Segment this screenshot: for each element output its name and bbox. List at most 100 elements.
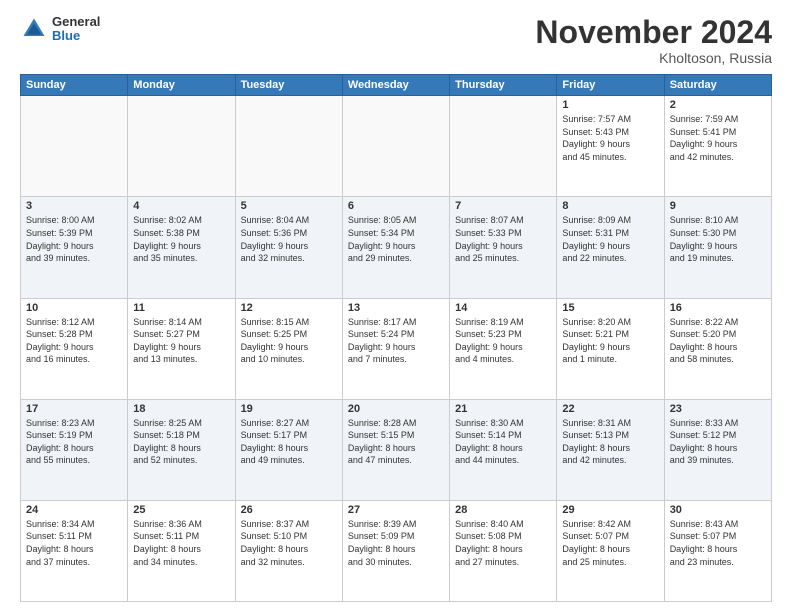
- day-info: Sunrise: 8:30 AM Sunset: 5:14 PM Dayligh…: [455, 417, 551, 467]
- table-cell: 28 Sunrise: 8:40 AM Sunset: 5:08 PM Dayli…: [450, 500, 557, 601]
- table-cell: 18 Sunrise: 8:25 AM Sunset: 5:18 PM Dayli…: [128, 399, 235, 500]
- header-thursday: Thursday: [450, 75, 557, 96]
- day-info: Sunrise: 8:31 AM Sunset: 5:13 PM Dayligh…: [562, 417, 658, 467]
- day-info: Sunrise: 8:33 AM Sunset: 5:12 PM Dayligh…: [670, 417, 766, 467]
- day-number: 7: [455, 200, 551, 212]
- day-number: 18: [133, 403, 229, 415]
- table-cell: [450, 96, 557, 197]
- table-cell: 17 Sunrise: 8:23 AM Sunset: 5:19 PM Dayli…: [21, 399, 128, 500]
- logo-blue: Blue: [52, 29, 100, 43]
- day-number: 15: [562, 302, 658, 314]
- day-number: 2: [670, 99, 766, 111]
- day-number: 25: [133, 504, 229, 516]
- day-info: Sunrise: 8:39 AM Sunset: 5:09 PM Dayligh…: [348, 518, 444, 568]
- table-cell: 10Sunrise: 8:12 AM Sunset: 5:28 PM Dayli…: [21, 298, 128, 399]
- table-cell: 7 Sunrise: 8:07 AM Sunset: 5:33 PM Daylig…: [450, 197, 557, 298]
- logo: General Blue: [20, 15, 100, 44]
- day-number: 17: [26, 403, 122, 415]
- day-info: Sunrise: 8:25 AM Sunset: 5:18 PM Dayligh…: [133, 417, 229, 467]
- table-cell: 22 Sunrise: 8:31 AM Sunset: 5:13 PM Dayli…: [557, 399, 664, 500]
- logo-text: General Blue: [52, 15, 100, 44]
- day-info: Sunrise: 8:42 AM Sunset: 5:07 PM Dayligh…: [562, 518, 658, 568]
- day-info: Sunrise: 8:10 AM Sunset: 5:30 PM Dayligh…: [670, 214, 766, 264]
- day-info: Sunrise: 8:43 AM Sunset: 5:07 PM Dayligh…: [670, 518, 766, 568]
- day-info: Sunrise: 8:15 AM Sunset: 5:25 PM Dayligh…: [241, 316, 337, 366]
- header-sunday: Sunday: [21, 75, 128, 96]
- day-info: Sunrise: 8:09 AM Sunset: 5:31 PM Dayligh…: [562, 214, 658, 264]
- day-info: Sunrise: 8:34 AM Sunset: 5:11 PM Dayligh…: [26, 518, 122, 568]
- table-cell: [342, 96, 449, 197]
- day-number: 12: [241, 302, 337, 314]
- day-info: Sunrise: 8:28 AM Sunset: 5:15 PM Dayligh…: [348, 417, 444, 467]
- day-number: 14: [455, 302, 551, 314]
- day-number: 6: [348, 200, 444, 212]
- day-info: Sunrise: 8:20 AM Sunset: 5:21 PM Dayligh…: [562, 316, 658, 366]
- table-cell: 25 Sunrise: 8:36 AM Sunset: 5:11 PM Dayli…: [128, 500, 235, 601]
- header-tuesday: Tuesday: [235, 75, 342, 96]
- table-cell: 24 Sunrise: 8:34 AM Sunset: 5:11 PM Dayli…: [21, 500, 128, 601]
- weekday-header-row: Sunday Monday Tuesday Wednesday Thursday…: [21, 75, 772, 96]
- day-info: Sunrise: 8:14 AM Sunset: 5:27 PM Dayligh…: [133, 316, 229, 366]
- page: General Blue November 2024 Kholtoson, Ru…: [0, 0, 792, 612]
- day-info: Sunrise: 8:04 AM Sunset: 5:36 PM Dayligh…: [241, 214, 337, 264]
- day-number: 24: [26, 504, 122, 516]
- table-cell: 29 Sunrise: 8:42 AM Sunset: 5:07 PM Dayli…: [557, 500, 664, 601]
- day-info: Sunrise: 8:02 AM Sunset: 5:38 PM Dayligh…: [133, 214, 229, 264]
- table-cell: 20Sunrise: 8:28 AM Sunset: 5:15 PM Dayli…: [342, 399, 449, 500]
- table-cell: 13Sunrise: 8:17 AM Sunset: 5:24 PM Dayli…: [342, 298, 449, 399]
- day-info: Sunrise: 8:40 AM Sunset: 5:08 PM Dayligh…: [455, 518, 551, 568]
- table-cell: 8 Sunrise: 8:09 AM Sunset: 5:31 PM Daylig…: [557, 197, 664, 298]
- day-number: 8: [562, 200, 658, 212]
- day-number: 29: [562, 504, 658, 516]
- day-info: Sunrise: 8:19 AM Sunset: 5:23 PM Dayligh…: [455, 316, 551, 366]
- day-number: 11: [133, 302, 229, 314]
- day-info: Sunrise: 8:00 AM Sunset: 5:39 PM Dayligh…: [26, 214, 122, 264]
- header-wednesday: Wednesday: [342, 75, 449, 96]
- table-cell: 1Sunrise: 7:57 AM Sunset: 5:43 PM Daylig…: [557, 96, 664, 197]
- day-number: 21: [455, 403, 551, 415]
- table-cell: 23 Sunrise: 8:33 AM Sunset: 5:12 PM Dayli…: [664, 399, 771, 500]
- day-number: 26: [241, 504, 337, 516]
- calendar-table: Sunday Monday Tuesday Wednesday Thursday…: [20, 74, 772, 602]
- table-cell: [128, 96, 235, 197]
- day-number: 4: [133, 200, 229, 212]
- day-number: 3: [26, 200, 122, 212]
- day-info: Sunrise: 8:37 AM Sunset: 5:10 PM Dayligh…: [241, 518, 337, 568]
- day-number: 27: [348, 504, 444, 516]
- day-info: Sunrise: 8:07 AM Sunset: 5:33 PM Dayligh…: [455, 214, 551, 264]
- day-number: 16: [670, 302, 766, 314]
- day-info: Sunrise: 8:27 AM Sunset: 5:17 PM Dayligh…: [241, 417, 337, 467]
- table-cell: 4 Sunrise: 8:02 AM Sunset: 5:38 PM Daylig…: [128, 197, 235, 298]
- title-block: November 2024 Kholtoson, Russia: [535, 15, 772, 66]
- day-number: 30: [670, 504, 766, 516]
- day-info: Sunrise: 8:12 AM Sunset: 5:28 PM Dayligh…: [26, 316, 122, 366]
- table-cell: 3 Sunrise: 8:00 AM Sunset: 5:39 PM Daylig…: [21, 197, 128, 298]
- table-cell: 19Sunrise: 8:27 AM Sunset: 5:17 PM Dayli…: [235, 399, 342, 500]
- table-cell: [235, 96, 342, 197]
- location-subtitle: Kholtoson, Russia: [535, 50, 772, 66]
- day-number: 5: [241, 200, 337, 212]
- logo-icon: [20, 15, 48, 43]
- header: General Blue November 2024 Kholtoson, Ru…: [20, 15, 772, 66]
- table-cell: 5 Sunrise: 8:04 AM Sunset: 5:36 PM Daylig…: [235, 197, 342, 298]
- month-title: November 2024: [535, 15, 772, 50]
- day-number: 28: [455, 504, 551, 516]
- day-info: Sunrise: 7:59 AM Sunset: 5:41 PM Dayligh…: [670, 113, 766, 163]
- table-cell: 15 Sunrise: 8:20 AM Sunset: 5:21 PM Dayli…: [557, 298, 664, 399]
- day-number: 23: [670, 403, 766, 415]
- table-cell: 30 Sunrise: 8:43 AM Sunset: 5:07 PM Dayli…: [664, 500, 771, 601]
- table-cell: 27 Sunrise: 8:39 AM Sunset: 5:09 PM Dayli…: [342, 500, 449, 601]
- table-cell: 14 Sunrise: 8:19 AM Sunset: 5:23 PM Dayli…: [450, 298, 557, 399]
- day-info: Sunrise: 8:36 AM Sunset: 5:11 PM Dayligh…: [133, 518, 229, 568]
- table-cell: 11 Sunrise: 8:14 AM Sunset: 5:27 PM Dayli…: [128, 298, 235, 399]
- day-info: Sunrise: 8:23 AM Sunset: 5:19 PM Dayligh…: [26, 417, 122, 467]
- logo-general: General: [52, 15, 100, 29]
- header-monday: Monday: [128, 75, 235, 96]
- table-cell: 9Sunrise: 8:10 AM Sunset: 5:30 PM Daylig…: [664, 197, 771, 298]
- day-number: 22: [562, 403, 658, 415]
- day-number: 13: [348, 302, 444, 314]
- table-cell: 16Sunrise: 8:22 AM Sunset: 5:20 PM Dayli…: [664, 298, 771, 399]
- header-friday: Friday: [557, 75, 664, 96]
- day-info: Sunrise: 7:57 AM Sunset: 5:43 PM Dayligh…: [562, 113, 658, 163]
- table-cell: 2 Sunrise: 7:59 AM Sunset: 5:41 PM Daylig…: [664, 96, 771, 197]
